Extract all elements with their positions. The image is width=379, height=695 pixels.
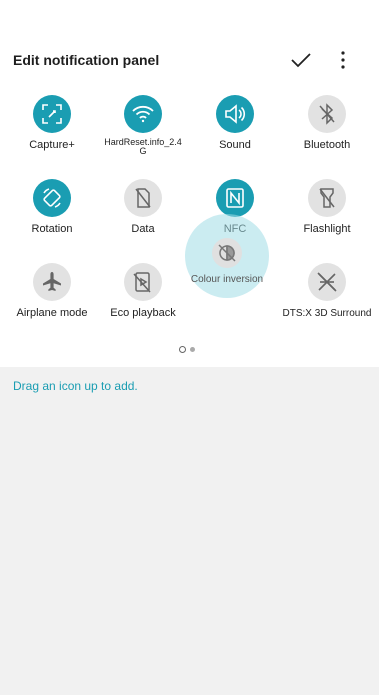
dts-surround-icon <box>308 263 346 301</box>
tile-label: Data <box>131 223 155 235</box>
confirm-button[interactable] <box>288 48 314 72</box>
tile-dts-surround[interactable]: DTS:X 3D Surround <box>282 263 372 320</box>
more-options-button[interactable] <box>333 48 353 72</box>
tile-label: Flashlight <box>303 223 351 235</box>
tile-flashlight[interactable]: Flashlight <box>282 179 372 236</box>
tile-label: Eco playback <box>110 307 176 319</box>
check-icon <box>291 53 311 68</box>
page-title: Edit notification panel <box>13 52 160 68</box>
tile-label: HardReset.info_2.4G <box>104 137 182 156</box>
tile-rotation[interactable]: Rotation <box>7 179 97 236</box>
sound-icon <box>216 95 254 133</box>
page-dot[interactable] <box>190 347 195 352</box>
tile-colour-inversion-dragging[interactable]: Colour inversion <box>182 238 272 285</box>
colour-inversion-icon <box>212 238 242 268</box>
page-dot-active[interactable] <box>179 346 186 353</box>
tile-label: Bluetooth <box>303 139 351 151</box>
nfc-icon <box>216 179 254 217</box>
tile-bluetooth[interactable]: Bluetooth <box>282 95 372 152</box>
notification-panel-editor: Edit notification panel Capture+ HardRes… <box>0 0 379 367</box>
tile-wifi[interactable]: HardReset.info_2.4G <box>98 95 188 156</box>
data-icon <box>124 179 162 217</box>
eco-playback-icon <box>124 263 162 301</box>
tile-label: Capture+ <box>29 139 75 151</box>
tile-label: DTS:X 3D Surround <box>282 308 372 319</box>
more-vertical-icon <box>341 51 345 69</box>
tile-label: Rotation <box>31 223 73 235</box>
tile-eco-playback[interactable]: Eco playback <box>98 263 188 320</box>
rotation-icon <box>33 179 71 217</box>
add-icon-hint: Drag an icon up to add. <box>13 379 138 393</box>
capture-icon <box>33 95 71 133</box>
tile-sound[interactable]: Sound <box>190 95 280 152</box>
bluetooth-icon <box>308 95 346 133</box>
tile-data[interactable]: Data <box>98 179 188 236</box>
airplane-icon <box>33 263 71 301</box>
page-indicator <box>179 346 195 353</box>
tile-label: Airplane mode <box>16 307 88 319</box>
tile-label: Sound <box>219 139 251 151</box>
tile-airplane-mode[interactable]: Airplane mode <box>7 263 97 320</box>
wifi-icon <box>124 95 162 133</box>
flashlight-icon <box>308 179 346 217</box>
tile-capture[interactable]: Capture+ <box>7 95 97 152</box>
tile-label: Colour inversion <box>190 274 264 285</box>
